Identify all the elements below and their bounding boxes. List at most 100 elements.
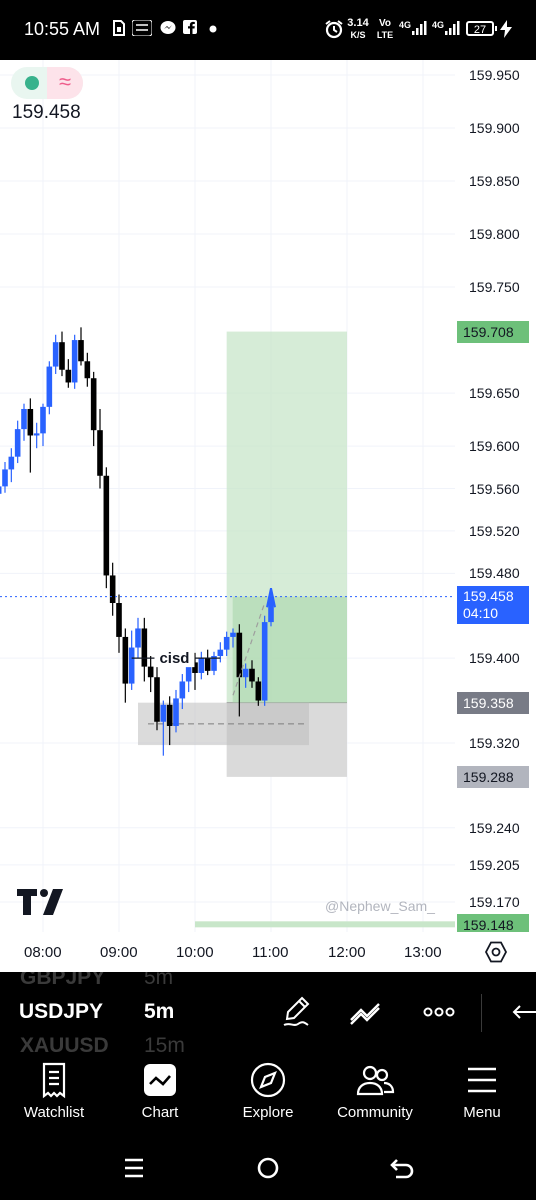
dot-icon (209, 22, 217, 36)
price-axis-label: 159.750 (469, 279, 520, 296)
status-bar: 10:55 AM 3.14 K/S Vo LTE 4G 4G 27 (0, 0, 536, 60)
candle-body (236, 632, 243, 678)
facebook-icon (183, 20, 197, 37)
price-axis-label: 159.170 (469, 894, 520, 910)
current-symbol[interactable]: USDJPY (19, 1000, 103, 1024)
more-icon[interactable] (422, 994, 462, 1034)
price-axis-label: 159.320 (469, 734, 520, 751)
candle-body (242, 668, 249, 678)
candle-body (52, 342, 59, 367)
candle-body (217, 649, 224, 657)
wave-icon: ≈ (47, 67, 83, 99)
time-axis-label: 10:00 (176, 944, 214, 961)
toolbar-divider (481, 994, 482, 1032)
symbol-status-pill[interactable]: ≈ (11, 67, 83, 99)
candle-body (122, 636, 129, 684)
nav-explore[interactable]: Explore (218, 1054, 318, 1136)
nav-label: Community (337, 1104, 413, 1121)
bottom-navigation: Watchlist Chart Explore Community Menu (0, 1054, 536, 1136)
nav-label: Explore (242, 1104, 294, 1121)
chart-area[interactable]: cisd ≈ 159.458 @Nephew_Sam_ 159.950 159.9… (0, 60, 536, 940)
candle-body (128, 647, 135, 684)
candle-body (0, 486, 2, 494)
price-tag-entry: 159.358 (457, 691, 529, 714)
price-axis-label: 159.850 (469, 173, 520, 190)
candle-body (135, 628, 141, 648)
current-timeframe[interactable]: 5m (144, 1000, 174, 1024)
system-navigation (0, 1136, 536, 1200)
home-icon[interactable] (250, 1150, 286, 1186)
chart-settings-icon[interactable] (484, 940, 508, 969)
temu-icon (131, 19, 153, 39)
candle-body (261, 622, 268, 701)
candle-body (116, 603, 122, 637)
alarm-icon (324, 19, 344, 42)
candle-body (8, 456, 15, 470)
nav-watchlist[interactable]: Watchlist (4, 1054, 104, 1136)
market-open-dot-icon (25, 76, 39, 90)
open-pnl-zone (232, 596, 347, 703)
back-icon[interactable] (384, 1150, 420, 1186)
candle-body (84, 361, 91, 379)
candle-body (97, 430, 103, 476)
net-speed-value: 3.14 (347, 17, 369, 29)
candle-body (141, 628, 148, 667)
time-axis-label: 08:00 (24, 944, 62, 961)
price-axis-label: 159.950 (469, 67, 520, 83)
price-axis-label: 159.560 (469, 480, 520, 497)
last-price: 159.458 (12, 102, 81, 123)
price-axis[interactable]: 159.950 159.900 159.850 159.800 159.750 159.6… (455, 60, 536, 940)
time-axis[interactable]: 08:00 09:00 10:00 11:00 12:00 13:00 (0, 932, 536, 972)
bar-countdown: 04:10 (463, 604, 499, 621)
signal1-icon (411, 20, 427, 39)
cisd-label: cisd (159, 650, 189, 667)
time-axis-label: 09:00 (100, 944, 138, 961)
candle-body (204, 658, 211, 671)
candle-body (40, 406, 46, 434)
candle-body (90, 378, 97, 431)
current-price-value: 159.458 (463, 587, 514, 604)
messenger-icon (160, 20, 176, 39)
nav-label: Watchlist (23, 1104, 85, 1121)
candle-body (147, 666, 154, 678)
candle-body (179, 681, 186, 699)
trend-line-icon[interactable] (348, 994, 388, 1034)
chart-icon (140, 1060, 180, 1100)
back-arrow-icon[interactable] (506, 994, 536, 1034)
prev-timeframe[interactable]: 5m (144, 972, 173, 990)
price-axis-label: 159.400 (469, 650, 520, 667)
price-tag-target: 159.708 (457, 320, 529, 343)
candle-body (2, 469, 8, 487)
candle-body (59, 342, 65, 370)
charging-icon (500, 20, 512, 41)
nav-menu[interactable]: Menu (432, 1054, 532, 1136)
recent-apps-icon[interactable] (116, 1150, 152, 1186)
price-tag-current: 159.458 04:10 (457, 585, 529, 624)
nav-community[interactable]: Community (325, 1054, 425, 1136)
volte-top: Vo (378, 18, 392, 29)
price-axis-label: 159.600 (469, 438, 520, 455)
net-speed-unit: K/S (350, 30, 366, 40)
nav-chart[interactable]: Chart (110, 1054, 210, 1136)
pen-tool-icon[interactable] (280, 994, 320, 1034)
candle-body (27, 408, 34, 436)
candle-body (14, 429, 21, 457)
price-axis-label: 159.800 (469, 226, 520, 243)
prev-symbol[interactable]: GBPJPY (20, 972, 105, 990)
time-axis-label: 13:00 (404, 944, 442, 961)
community-icon (355, 1060, 395, 1100)
nav-label: Menu (463, 1104, 501, 1121)
time-axis-label: 11:00 (252, 944, 289, 961)
price-axis-label: 159.240 (469, 819, 520, 836)
candle-body (255, 681, 262, 701)
candle-body (173, 698, 179, 726)
next-symbol[interactable]: XAUUSD (20, 1034, 109, 1054)
menu-icon (462, 1060, 502, 1100)
symbol-toolbar: GBPJPY 5m USDJPY 5m XAUUSD 15m (0, 972, 536, 1054)
battery-icon: 27 (466, 21, 497, 36)
next-timeframe[interactable]: 15m (144, 1034, 185, 1054)
candle-body (71, 340, 78, 383)
candle-body (103, 475, 110, 576)
candle-body (154, 677, 160, 722)
candle-body (65, 369, 72, 383)
